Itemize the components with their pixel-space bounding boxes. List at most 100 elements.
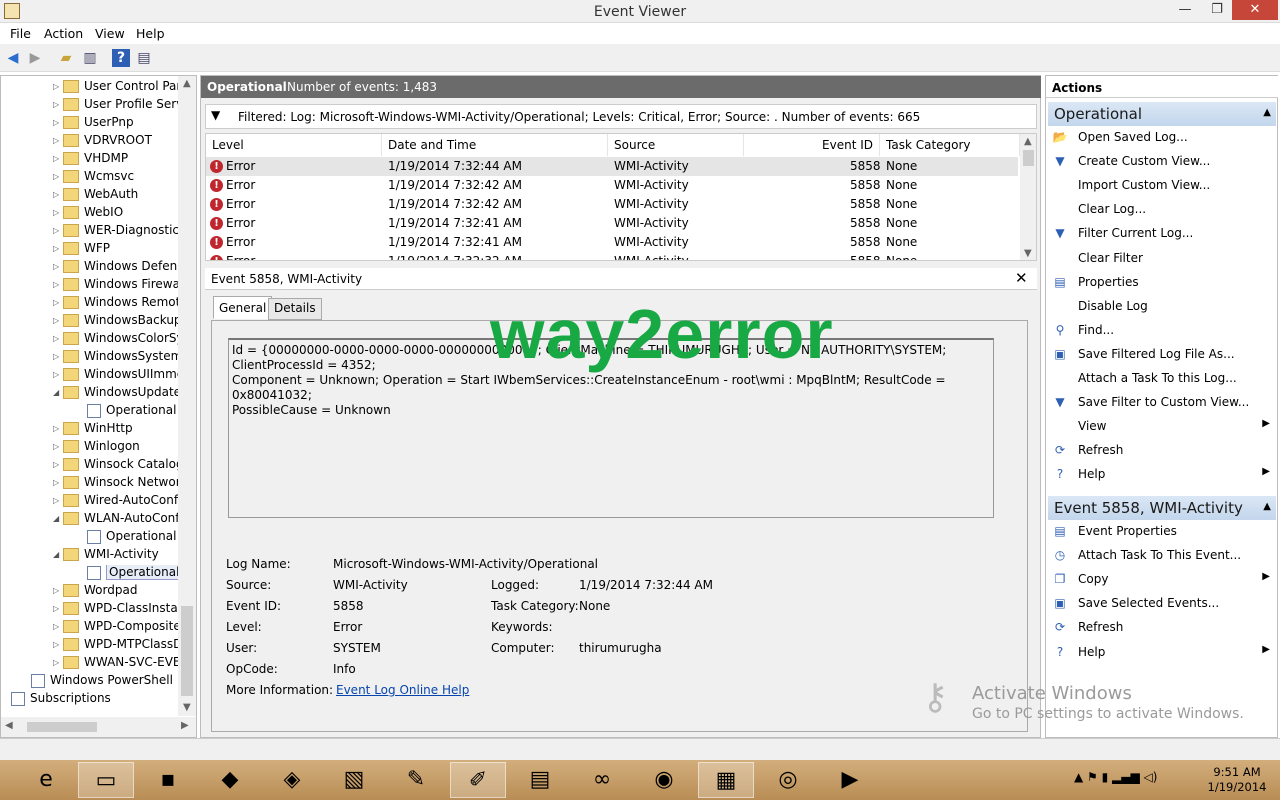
console-icon[interactable]: ◆	[202, 762, 258, 798]
collapse-up-icon[interactable]: ▲	[1263, 107, 1271, 118]
action-item[interactable]: ▤ Event Properties	[1050, 520, 1276, 542]
tree-item[interactable]: ▷ Windows Firewall	[53, 277, 178, 295]
google-earth-icon[interactable]: ◉	[636, 762, 692, 798]
collapsed-arrow-icon[interactable]: ▷	[53, 586, 63, 595]
tree-item[interactable]: Operational	[87, 403, 178, 421]
collapsed-arrow-icon[interactable]: ▷	[53, 316, 63, 325]
action-item[interactable]: Clear Log...	[1050, 198, 1276, 220]
tree-item[interactable]: ◢ WMI-Activity	[53, 547, 178, 565]
tree-item[interactable]: ▷ WWAN-SVC-EVENTS	[53, 655, 178, 673]
collapsed-arrow-icon[interactable]: ▷	[53, 100, 63, 109]
title-bar[interactable]: Event Viewer — ❐ ✕	[0, 0, 1280, 23]
maximize-button[interactable]: ❐	[1202, 0, 1232, 20]
command-prompt-icon[interactable]: ▪	[140, 762, 196, 798]
action-item[interactable]: ▣ Save Filtered Log File As...	[1050, 343, 1276, 365]
show-hide-tree-icon[interactable]: ▥	[81, 49, 99, 67]
tab-details[interactable]: Details	[268, 298, 322, 320]
tree-item[interactable]: ▷ Winsock Catalog	[53, 457, 178, 475]
action-item[interactable]: Attach a Task To this Log...	[1050, 367, 1276, 389]
column-header-date[interactable]: Date and Time	[382, 134, 608, 156]
close-icon[interactable]: ✕	[1015, 269, 1028, 287]
table-row[interactable]: ! Error 1/19/2014 7:32:42 AM WMI-Activity 58…	[206, 195, 1018, 214]
scroll-up-icon[interactable]: ▲	[183, 78, 191, 89]
tree-item[interactable]: ▷ Wcmsvc	[53, 169, 178, 187]
tree-item[interactable]: ▷ User Control Panel	[53, 79, 178, 97]
collapsed-arrow-icon[interactable]: ▷	[53, 226, 63, 235]
archive-icon[interactable]: ▧	[326, 762, 382, 798]
action-item[interactable]: ? Help ▶	[1050, 641, 1276, 663]
action-item[interactable]: ▤ Properties	[1050, 271, 1276, 293]
tree-item[interactable]: Operational	[87, 529, 178, 547]
action-item[interactable]: ⟳ Refresh	[1050, 439, 1276, 461]
column-header-event-id[interactable]: Event ID	[744, 134, 880, 156]
scroll-thumb[interactable]	[181, 606, 193, 696]
table-row[interactable]: !Error 1/19/2014 7:32:32 AM WMI-Activity 58…	[206, 252, 1018, 260]
tree-item[interactable]: ◢ WindowsUpdateClient	[53, 385, 178, 403]
event-list-scrollbar[interactable]: ▲ ▼	[1020, 134, 1036, 260]
collapsed-arrow-icon[interactable]: ▷	[53, 118, 63, 127]
action-item[interactable]: ❐ Copy ▶	[1050, 568, 1276, 590]
collapsed-arrow-icon[interactable]: ▷	[53, 352, 63, 361]
chrome-icon[interactable]: ◎	[760, 762, 816, 798]
file-explorer-icon[interactable]: ▭	[78, 762, 134, 798]
collapsed-arrow-icon[interactable]: ▷	[53, 154, 63, 163]
tree-item[interactable]: ▷ Windows Remote	[53, 295, 178, 313]
tree-item[interactable]: ▷ VDRVROOT	[53, 133, 178, 151]
tab-general[interactable]: General	[213, 296, 273, 319]
menu-help[interactable]: Help	[136, 26, 165, 41]
actions-section-operational[interactable]: Operational ▲	[1048, 102, 1276, 126]
system-tray-icons[interactable]: ▲ ⚑ ▮ ▂▄▆ ◁)	[1074, 770, 1157, 784]
tree-item[interactable]: ◢ WLAN-AutoConfig	[53, 511, 178, 529]
tree-item[interactable]: ▷ Winsock Network	[53, 475, 178, 493]
collapsed-arrow-icon[interactable]: ▷	[53, 658, 63, 667]
collapsed-arrow-icon[interactable]: ▷	[53, 136, 63, 145]
help-icon[interactable]: ?	[112, 49, 130, 67]
tree-item[interactable]: ▷ Wired-AutoConfig	[53, 493, 178, 511]
action-item[interactable]: ▣ Save Selected Events...	[1050, 592, 1276, 614]
action-item[interactable]: ◷ Attach Task To This Event...	[1050, 544, 1276, 566]
internet-explorer-icon[interactable]: e	[18, 762, 74, 798]
action-item[interactable]: ⚲ Find...	[1050, 319, 1276, 341]
close-button[interactable]: ✕	[1232, 0, 1278, 20]
tree-item[interactable]: ▷ WPD-MTPClassDriver	[53, 637, 178, 655]
tree-item[interactable]: Operational	[87, 565, 178, 583]
tree-item[interactable]: Windows PowerShell	[31, 673, 178, 691]
tree-item[interactable]: ▷ VHDMP	[53, 151, 178, 169]
scroll-thumb[interactable]	[1023, 150, 1034, 166]
action-item[interactable]: ? Help ▶	[1050, 463, 1276, 485]
tree-vertical-scrollbar[interactable]: ▲ ▼	[178, 76, 196, 716]
action-item[interactable]: View ▶	[1050, 415, 1276, 437]
tree-item[interactable]: ▷ Winlogon	[53, 439, 178, 457]
gimp-icon[interactable]: ✎	[388, 762, 444, 798]
scroll-up-icon[interactable]: ▲	[1024, 136, 1032, 147]
collapsed-arrow-icon[interactable]: ▷	[53, 298, 63, 307]
menu-file[interactable]: File	[10, 26, 31, 41]
tree-item[interactable]: ▷ WindowsBackup	[53, 313, 178, 331]
scroll-down-icon[interactable]: ▼	[1024, 248, 1032, 259]
up-folder-icon[interactable]: ▰	[57, 49, 75, 67]
tree-item[interactable]: Subscriptions	[11, 691, 178, 709]
collapsed-arrow-icon[interactable]: ▷	[53, 460, 63, 469]
tree-item[interactable]: ▷ WindowsColorSystem	[53, 331, 178, 349]
menu-action[interactable]: Action	[44, 26, 83, 41]
tree-item[interactable]: ▷ WebIO	[53, 205, 178, 223]
event-log-online-help-link[interactable]: Event Log Online Help	[336, 683, 469, 697]
tree-item[interactable]: ▷ WindowsSystemAssessment	[53, 349, 178, 367]
tree-item[interactable]: ▷ Windows Defender	[53, 259, 178, 277]
table-row[interactable]: ! Error 1/19/2014 7:32:41 AM WMI-Activity 58…	[206, 233, 1018, 252]
action-item[interactable]: ▼ Save Filter to Custom View...	[1050, 391, 1276, 413]
action-item[interactable]: ▼ Filter Current Log...	[1050, 222, 1276, 244]
action-item[interactable]: Disable Log	[1050, 295, 1276, 317]
collapsed-arrow-icon[interactable]: ▷	[53, 370, 63, 379]
tree-item[interactable]: ▷ UserPnp	[53, 115, 178, 133]
media-player-icon[interactable]: ▶	[822, 762, 878, 798]
action-item[interactable]: ▼ Create Custom View...	[1050, 150, 1276, 172]
tree-item[interactable]: ▷ WFP	[53, 241, 178, 259]
expanded-arrow-icon[interactable]: ◢	[53, 550, 63, 559]
collapsed-arrow-icon[interactable]: ▷	[53, 604, 63, 613]
tree-item[interactable]: ▷ User Profile Service	[53, 97, 178, 115]
action-item[interactable]: ⟳ Refresh	[1050, 616, 1276, 638]
collapsed-arrow-icon[interactable]: ▷	[53, 496, 63, 505]
collapsed-arrow-icon[interactable]: ▷	[53, 82, 63, 91]
collapsed-arrow-icon[interactable]: ▷	[53, 622, 63, 631]
